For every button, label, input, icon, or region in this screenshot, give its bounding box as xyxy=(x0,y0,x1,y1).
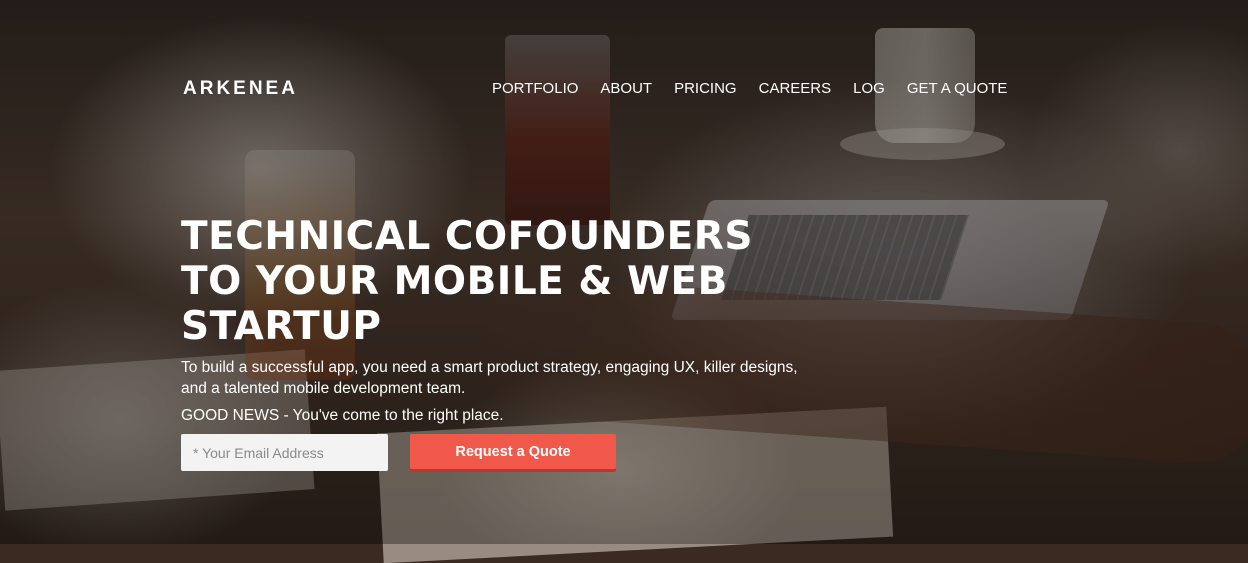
request-quote-button[interactable]: Request a Quote xyxy=(410,434,616,469)
good-news-line: GOOD NEWS - You've come to the right pla… xyxy=(181,407,504,425)
nav-item-careers[interactable]: CAREERS xyxy=(759,80,832,97)
good-news-label: GOOD NEWS xyxy=(181,407,280,424)
hero-headline-line-1: TECHNICAL COFOUNDERS xyxy=(181,214,753,259)
good-news-text: - You've come to the right place. xyxy=(279,407,504,424)
nav-item-portfolio[interactable]: PORTFOLIO xyxy=(492,80,578,97)
nav-item-pricing[interactable]: PRICING xyxy=(674,80,737,97)
nav-item-log[interactable]: LOG xyxy=(853,80,885,97)
hero-subtext: To build a successful app, you need a sm… xyxy=(181,359,798,397)
nav-item-get-a-quote[interactable]: GET A QUOTE xyxy=(907,80,1008,97)
hero-headline: TECHNICAL COFOUNDERS TO YOUR MOBILE & WE… xyxy=(181,214,801,349)
email-field[interactable] xyxy=(181,434,388,471)
hero-headline-line-2: TO YOUR MOBILE & WEB xyxy=(181,259,728,304)
site-logo[interactable]: ARKENEA xyxy=(183,78,298,100)
nav-item-about[interactable]: ABOUT xyxy=(600,80,652,97)
main-nav: PORTFOLIO ABOUT PRICING CAREERS LOG GET … xyxy=(492,80,1007,97)
hero-headline-line-3: STARTUP xyxy=(181,304,382,349)
